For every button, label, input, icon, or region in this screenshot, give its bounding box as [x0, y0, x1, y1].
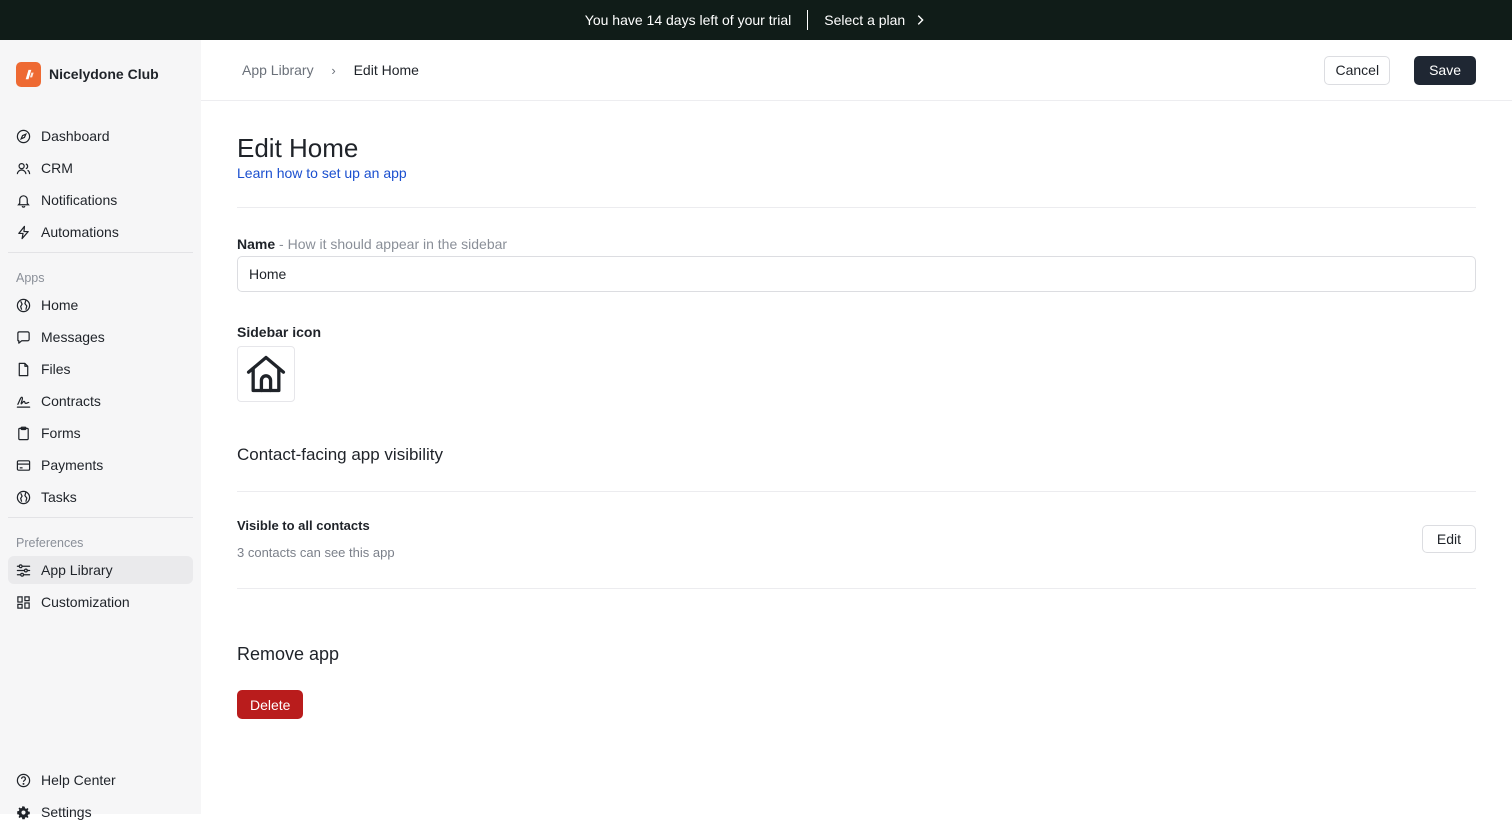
delete-button[interactable]: Delete	[237, 690, 304, 719]
visibility-title: Visible to all contacts	[237, 518, 370, 533]
top-actions: Cancel Save	[1324, 55, 1476, 85]
sidebar-item-automations[interactable]: Automations	[8, 218, 193, 246]
sidebar-item-payments[interactable]: Payments	[8, 451, 193, 479]
name-input[interactable]	[237, 256, 1476, 292]
edit-visibility-button[interactable]: Edit	[1421, 525, 1476, 553]
select-plan-link[interactable]: Select a plan	[824, 12, 927, 28]
breadcrumb-current: Edit Home	[353, 62, 419, 78]
chat-icon	[17, 330, 30, 344]
compass-icon	[16, 129, 31, 143]
apps-heading: Apps	[16, 271, 45, 285]
clipboard-icon	[18, 426, 29, 440]
divider	[237, 588, 1476, 589]
select-plan-label: Select a plan	[824, 12, 906, 28]
name-field-label: Name - How it should appear in the sideb…	[237, 236, 507, 252]
sidebar-item-dashboard[interactable]: Dashboard	[8, 122, 193, 150]
sidebar-item-contracts[interactable]: Contracts	[8, 387, 193, 415]
chevron-right-icon	[917, 15, 924, 25]
signature-icon	[16, 396, 31, 408]
sidebar-icon-label: Sidebar icon	[237, 324, 322, 340]
divider	[237, 491, 1476, 492]
main-content: App Library › Edit Home Cancel Save Edit…	[201, 40, 1512, 814]
sidebar: Nicelydone Club Dashboard CRM Notificati…	[0, 40, 201, 820]
sidebar-footer: Help Center Settings	[8, 766, 193, 830]
breadcrumb-chevron-icon: ›	[331, 62, 336, 78]
apps-nav: Home Messages Files Contracts Forms Paym…	[8, 291, 193, 511]
sidebar-item-label: Notifications	[41, 192, 118, 208]
sidebar-item-label: Contracts	[41, 393, 101, 409]
sidebar-item-label: Automations	[41, 224, 119, 240]
globe-icon	[16, 490, 31, 504]
cancel-button[interactable]: Cancel	[1324, 55, 1391, 85]
bolt-icon	[18, 225, 29, 239]
credit-card-icon	[16, 459, 31, 471]
main-nav: Dashboard CRM Notifications Automations	[8, 108, 193, 246]
sidebar-item-label: Files	[41, 361, 71, 377]
sidebar-item-files[interactable]: Files	[8, 355, 193, 383]
sidebar-item-label: Settings	[41, 804, 92, 820]
edit-app-form: Edit Home Learn how to set up an app Nam…	[201, 101, 1512, 814]
top-bar: App Library › Edit Home Cancel Save	[201, 40, 1512, 101]
banner-divider	[807, 10, 809, 30]
visibility-heading: Contact-facing app visibility	[237, 445, 443, 464]
sidebar-item-tasks[interactable]: Tasks	[8, 483, 193, 511]
sidebar-item-notifications[interactable]: Notifications	[8, 186, 193, 214]
divider	[237, 207, 1476, 208]
gear-icon	[17, 805, 30, 819]
sidebar-item-label: Messages	[41, 329, 105, 345]
workspace-name: Nicelydone Club	[49, 66, 159, 82]
sidebar-item-app-library[interactable]: App Library	[8, 556, 193, 584]
learn-setup-link[interactable]: Learn how to set up an app	[237, 165, 407, 181]
house-icon	[246, 355, 286, 393]
save-button[interactable]: Save	[1414, 55, 1476, 85]
sidebar-item-customization[interactable]: Customization	[8, 588, 193, 616]
sidebar-item-label: Forms	[41, 425, 81, 441]
sidebar-item-crm[interactable]: CRM	[8, 154, 193, 182]
name-label: Name	[237, 236, 276, 252]
breadcrumb: App Library › Edit Home	[242, 62, 419, 78]
sidebar-item-help-center[interactable]: Help Center	[8, 766, 193, 794]
sidebar-item-label: Home	[41, 297, 79, 313]
help-icon	[16, 773, 31, 787]
preferences-heading: Preferences	[16, 536, 84, 550]
sidebar-item-forms[interactable]: Forms	[8, 419, 193, 447]
sidebar-item-label: Customization	[41, 594, 130, 610]
trial-text: You have 14 days left of your trial	[584, 12, 792, 28]
workspace-switcher[interactable]: Nicelydone Club	[8, 40, 193, 108]
brand-logo-icon	[16, 61, 41, 87]
file-icon	[18, 362, 29, 376]
sidebar-item-label: CRM	[41, 160, 73, 176]
name-hint: - How it should appear in the sidebar	[279, 236, 508, 252]
trial-banner: You have 14 days left of your trial Sele…	[0, 0, 1512, 40]
visibility-subtitle: 3 contacts can see this app	[237, 545, 395, 560]
preferences-nav: App Library Customization	[8, 556, 193, 616]
page-title: Edit Home	[237, 133, 359, 163]
users-icon	[16, 162, 31, 174]
remove-app-heading: Remove app	[237, 644, 340, 664]
globe-icon	[16, 298, 31, 312]
bell-icon	[17, 194, 30, 208]
sidebar-icon-picker[interactable]	[237, 346, 295, 402]
sidebar-item-label: Dashboard	[41, 128, 110, 144]
sidebar-item-settings[interactable]: Settings	[8, 798, 193, 826]
sidebar-item-label: App Library	[41, 562, 113, 578]
sidebar-item-home[interactable]: Home	[8, 291, 193, 319]
sidebar-item-label: Tasks	[41, 489, 77, 505]
breadcrumb-app-library[interactable]: App Library	[242, 62, 314, 78]
sliders-icon	[16, 563, 31, 577]
sidebar-item-label: Payments	[41, 457, 104, 473]
grid-icon	[17, 595, 30, 609]
sidebar-item-messages[interactable]: Messages	[8, 323, 193, 351]
sidebar-item-label: Help Center	[41, 772, 116, 788]
